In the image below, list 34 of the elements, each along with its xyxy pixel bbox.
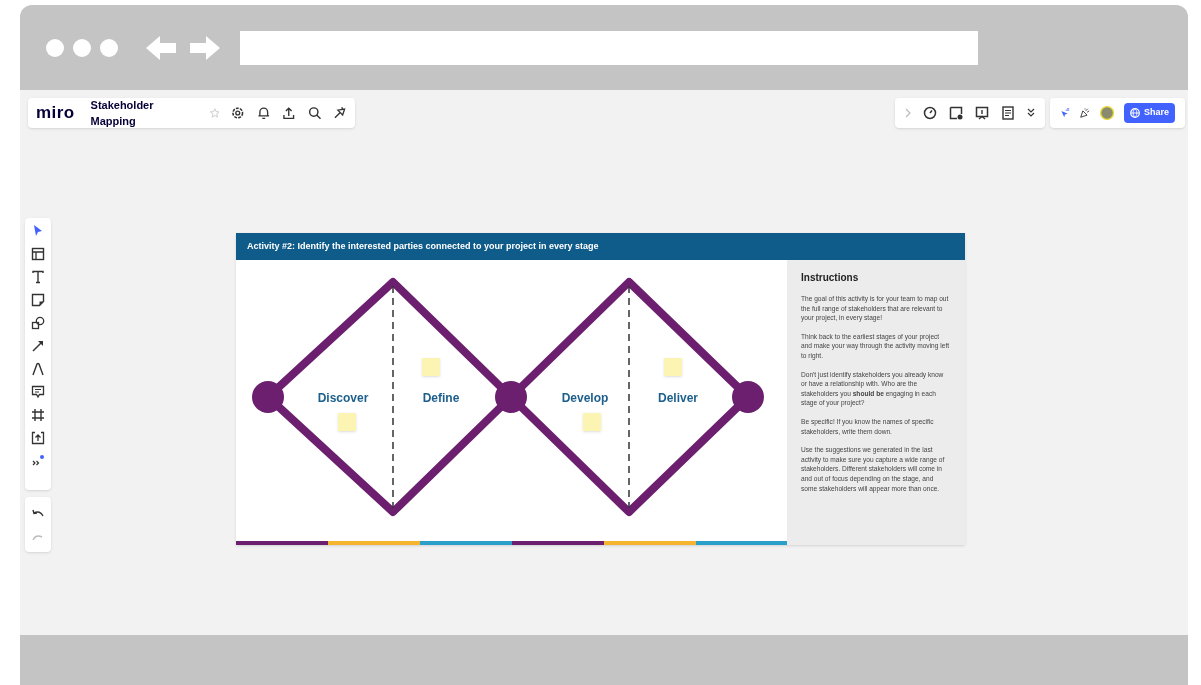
board-title[interactable]: Stakeholder Mapping xyxy=(90,96,198,130)
timer-icon[interactable] xyxy=(923,106,937,120)
select-pointer-icon[interactable] xyxy=(32,224,44,238)
star-icon[interactable] xyxy=(209,108,220,118)
pen-icon[interactable] xyxy=(31,362,45,376)
more-tools-icon[interactable] xyxy=(31,454,45,468)
share-button[interactable]: Share xyxy=(1123,103,1175,123)
card-icon[interactable] xyxy=(949,106,963,120)
upload-icon[interactable] xyxy=(31,431,45,445)
settings-icon[interactable] xyxy=(231,106,245,120)
text-icon[interactable] xyxy=(31,270,45,284)
stage-label: Deliver xyxy=(658,390,698,407)
instructions-title: Instructions xyxy=(801,271,860,285)
sticky-note-icon[interactable] xyxy=(31,293,45,307)
avatar-icon[interactable] xyxy=(1099,103,1114,123)
shapes-icon[interactable] xyxy=(31,316,45,330)
upload-icon[interactable] xyxy=(282,106,296,120)
stage-label: Develop xyxy=(561,390,609,407)
notes-icon[interactable] xyxy=(1001,106,1015,120)
undo-icon[interactable] xyxy=(32,507,44,518)
frame-icon[interactable] xyxy=(31,408,45,422)
activity-heading: Activity #2: Identify the interested parties connected to your project in every stage xyxy=(247,239,599,253)
party-popper-icon[interactable] xyxy=(1079,106,1090,120)
double-chevron-icon[interactable] xyxy=(1027,108,1035,118)
miro-logo[interactable]: miro xyxy=(36,100,75,126)
stage-label: Define xyxy=(422,390,460,407)
globe-icon xyxy=(1129,108,1140,118)
template-icon[interactable] xyxy=(31,247,45,261)
search-icon[interactable] xyxy=(308,106,322,120)
stage-label: Discover xyxy=(317,390,369,407)
presentation-icon[interactable] xyxy=(975,106,989,120)
arrow-icon[interactable] xyxy=(31,339,45,353)
comment-icon[interactable] xyxy=(31,385,45,399)
bell-icon[interactable] xyxy=(257,106,271,120)
